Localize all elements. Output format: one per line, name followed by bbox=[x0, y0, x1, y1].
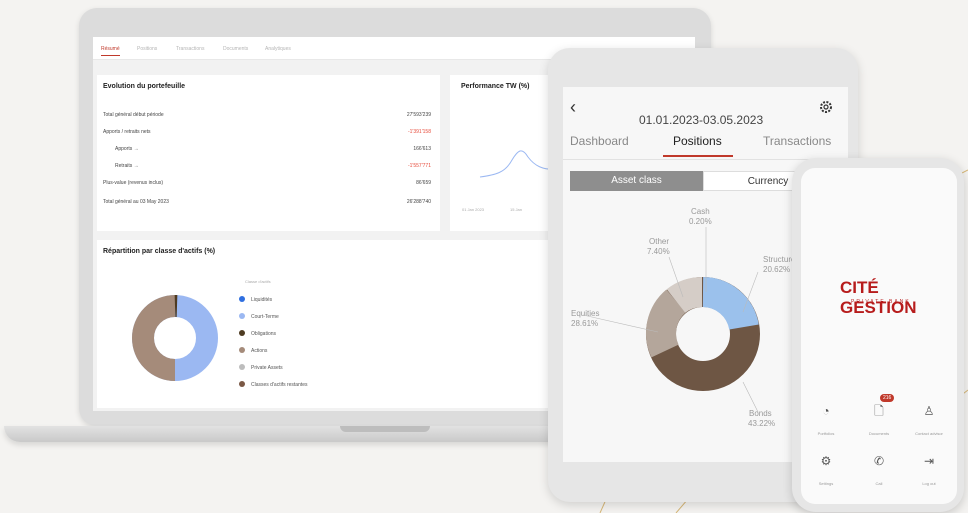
nav-label: Settings bbox=[818, 481, 834, 486]
settings-icon[interactable]: ⚙ bbox=[818, 453, 834, 469]
document-icon[interactable]: 🗋 bbox=[871, 403, 887, 419]
nav-label: Log out bbox=[922, 481, 936, 486]
row-label[interactable]: Retraits → bbox=[115, 163, 139, 169]
row-label: Apports / retraits nets bbox=[103, 129, 151, 135]
legend-label: Classes d'actifs restantes bbox=[251, 382, 308, 388]
allocation-donut bbox=[132, 294, 218, 381]
tab-transactions[interactable]: Transactions bbox=[176, 46, 204, 52]
legend-label: Obligations bbox=[251, 331, 277, 337]
row-value: 27'593'239 bbox=[406, 112, 431, 118]
logout-icon[interactable]: ⇥ bbox=[921, 453, 937, 469]
advisor-icon[interactable]: ♙ bbox=[921, 403, 937, 419]
x-tick: 01 Jan 2023 bbox=[462, 207, 485, 212]
row-label[interactable]: Apports → bbox=[115, 146, 139, 152]
repartition-title: Répartition par classe d'actifs (%) bbox=[103, 248, 216, 255]
brand-logo: CITÉ GESTION bbox=[840, 278, 917, 317]
row-value: 166'613 bbox=[413, 146, 431, 152]
pie-chart-icon[interactable]: ◔ bbox=[818, 403, 834, 419]
evolution-title: Evolution du portefeuille bbox=[103, 83, 186, 90]
phone-icon[interactable]: ✆ bbox=[871, 453, 887, 469]
tab-analytiques[interactable]: Analytiques bbox=[265, 46, 291, 52]
x-tick: 15 Jan bbox=[510, 207, 523, 212]
row-value: 86'659 bbox=[416, 180, 431, 186]
row-label: Plus-value (revenus inclus) bbox=[103, 180, 164, 186]
legend-dot bbox=[239, 347, 245, 353]
row-value: -1'557'771 bbox=[407, 163, 431, 169]
nav-label: Call bbox=[875, 481, 883, 486]
legend-header: Classe d'actifs bbox=[245, 279, 271, 284]
legend-label: Actions bbox=[251, 348, 268, 354]
notification-badge: 216 bbox=[880, 394, 895, 402]
row-label: Total général au 03 May 2023 bbox=[103, 199, 169, 205]
laptop-notch bbox=[340, 426, 430, 432]
legend-dot bbox=[239, 330, 245, 336]
legend-dot bbox=[239, 296, 245, 302]
row-value: -1'391'158 bbox=[407, 129, 431, 135]
legend-dot bbox=[239, 381, 245, 387]
phone-screen: CITÉ GESTION PRIVATE BANK ◔ Portfolios 🗋… bbox=[801, 168, 957, 504]
tab-documents[interactable]: Documents bbox=[223, 46, 248, 52]
nav-label: Portfolios bbox=[817, 431, 835, 436]
nav-label: Contact advisor bbox=[915, 431, 943, 436]
nav-label: Documents bbox=[868, 431, 890, 436]
tab-positions[interactable]: Positions bbox=[137, 46, 157, 52]
legend-dot bbox=[239, 313, 245, 319]
row-value: 26'288'740 bbox=[406, 199, 431, 205]
legend-label: Private Assets bbox=[251, 365, 283, 371]
evolution-card: Evolution du portefeuille Total général … bbox=[97, 75, 440, 231]
row-label: Total général début période bbox=[103, 112, 164, 118]
legend-label: Liquidités bbox=[251, 297, 273, 303]
tab-resume[interactable]: Résumé bbox=[101, 46, 120, 56]
legend-dot bbox=[239, 364, 245, 370]
legend-label: Court-Terme bbox=[251, 314, 279, 320]
performance-title: Performance TW (%) bbox=[461, 83, 530, 90]
brand-tagline: PRIVATE BANK bbox=[851, 299, 911, 305]
